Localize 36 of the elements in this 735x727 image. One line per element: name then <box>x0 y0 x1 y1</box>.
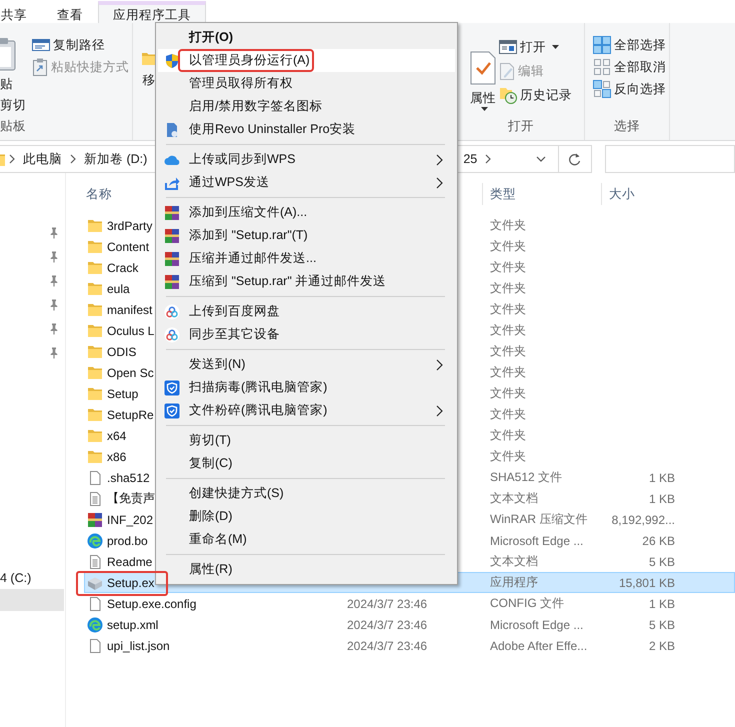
type-cell-text: 文件夹 <box>489 322 527 339</box>
type-cell-text: 文件夹 <box>489 280 527 297</box>
size-cell-text: 5 KB <box>648 554 676 568</box>
type-cell-text: Microsoft Edge ... <box>489 534 584 548</box>
type-cell-text: 应用程序 <box>489 574 539 591</box>
size-cell-text: 1 KB <box>648 492 676 506</box>
size-cell-text: 5 KB <box>648 618 676 632</box>
size-cell-text: 1 KB <box>648 470 676 484</box>
type-cell-text: 文件夹 <box>489 364 527 381</box>
type-cell-text: Adobe After Effe... <box>489 638 588 652</box>
group-label: 贴板 <box>0 118 26 135</box>
type-cell-text: 文件夹 <box>489 427 527 444</box>
date-cell-text: 2024/3/7 23:46 <box>347 618 428 632</box>
type-cell-text: 文件夹 <box>489 238 527 255</box>
group-label: 选择 <box>614 118 640 135</box>
type-cell-text: 文件夹 <box>489 301 527 318</box>
type-cell-text: 文件夹 <box>489 406 527 423</box>
type-cell-text: 文件夹 <box>489 448 527 465</box>
date-cell-text: 2024/3/7 23:46 <box>347 596 428 610</box>
type-cell-text: CONFIG 文件 <box>489 595 565 612</box>
size-cell-text: 26 KB <box>641 534 676 548</box>
type-cell-text: Microsoft Edge ... <box>489 618 584 632</box>
size-cell-text: 2 KB <box>648 638 676 652</box>
type-cell-text: 文件夹 <box>489 259 527 276</box>
type-cell-text: 文本文档 <box>489 490 539 507</box>
type-cell-text: WinRAR 压缩文件 <box>489 511 588 528</box>
size-cell-text: 15,801 KB <box>618 576 676 590</box>
type-cell-text: 文件夹 <box>489 385 527 402</box>
type-cell-text: SHA512 文件 <box>489 469 564 486</box>
size-cell-text: 8,192,992... <box>610 512 676 526</box>
group-label: 打开 <box>508 118 534 135</box>
type-cell-text: 文件夹 <box>489 217 527 234</box>
date-cell-text: 2024/3/7 23:46 <box>347 638 428 652</box>
type-cell-text: 文件夹 <box>489 343 527 360</box>
size-cell-text: 1 KB <box>648 596 676 610</box>
type-cell-text: 文本文档 <box>489 553 539 570</box>
